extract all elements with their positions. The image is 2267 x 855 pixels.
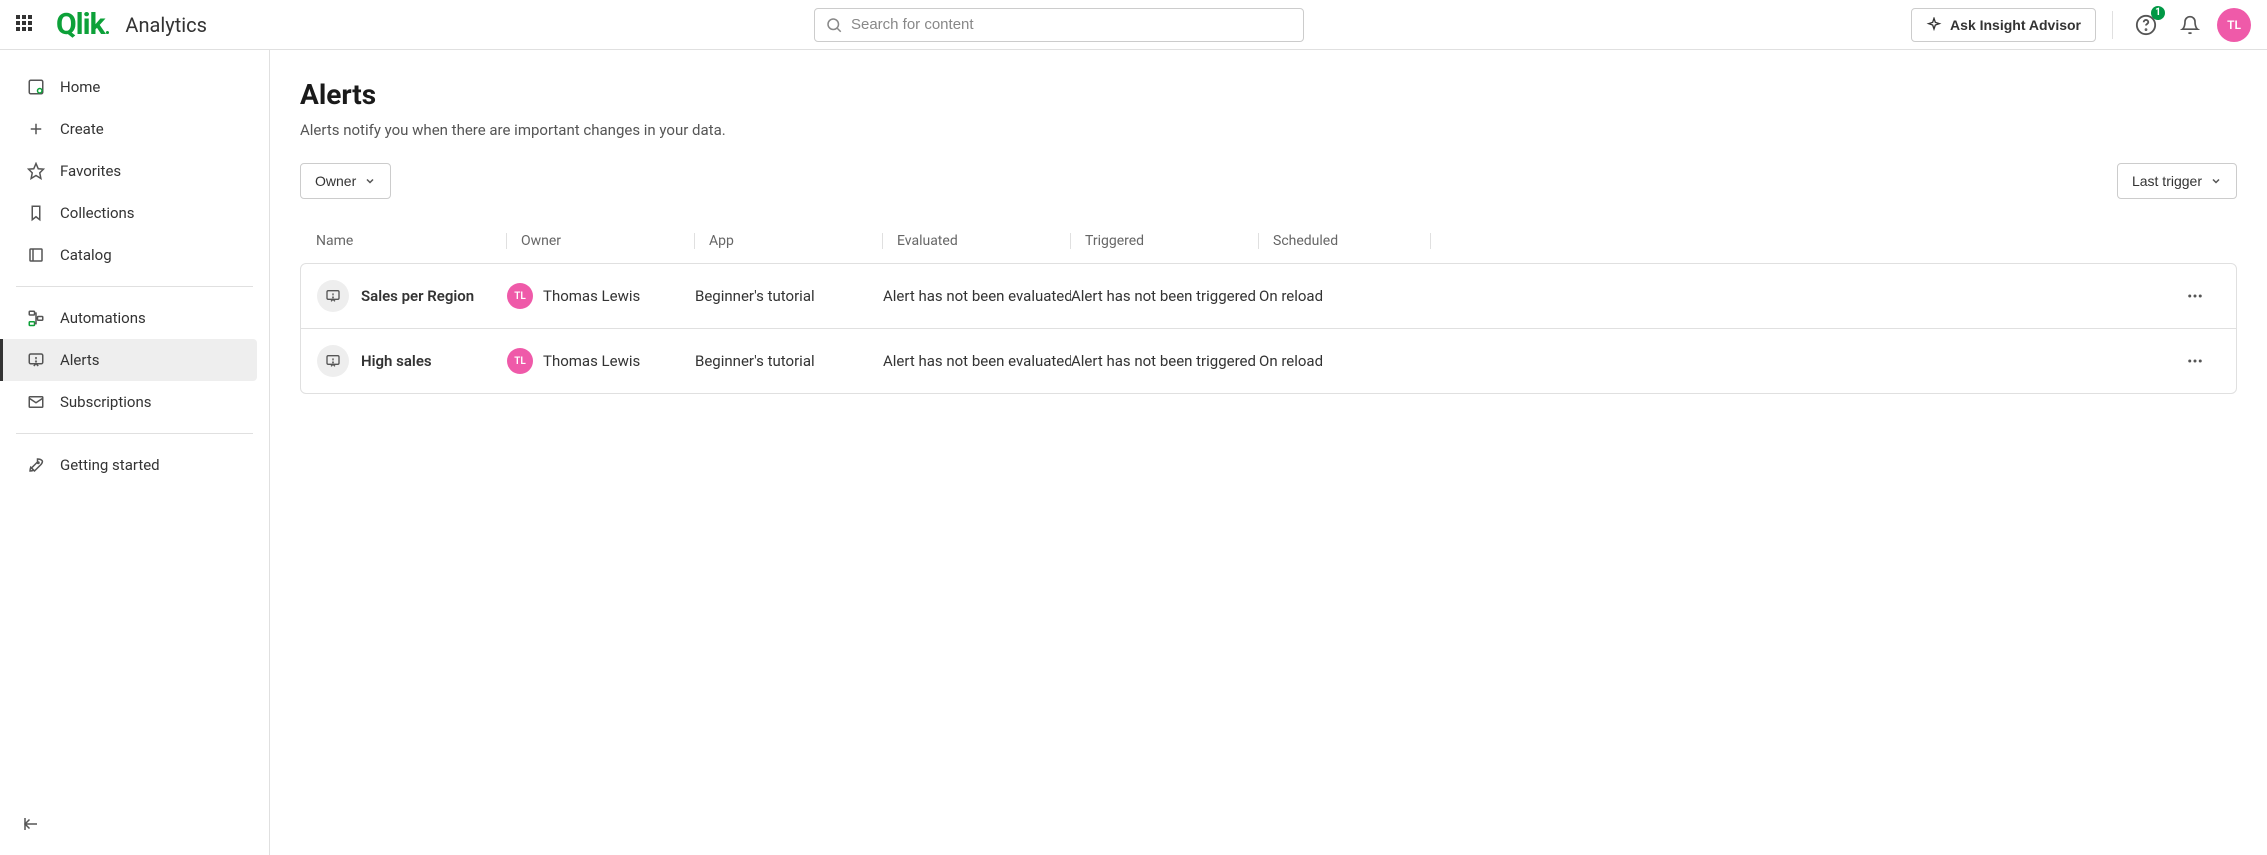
sidebar-item-label: Create: [60, 120, 104, 138]
sidebar-item-label: Home: [60, 78, 100, 96]
sidebar-item-label: Favorites: [60, 162, 121, 180]
main-content: Alerts Alerts notify you when there are …: [270, 50, 2267, 855]
insight-button-label: Ask Insight Advisor: [1950, 17, 2081, 33]
divider: [2112, 11, 2113, 39]
col-header-scheduled[interactable]: Scheduled: [1258, 233, 1430, 249]
user-avatar[interactable]: TL: [2217, 8, 2251, 42]
sidebar-item-collections[interactable]: Collections: [12, 192, 257, 234]
collapse-sidebar-button[interactable]: [16, 809, 46, 839]
alert-icon: [26, 350, 46, 370]
avatar-initials: TL: [2227, 18, 2241, 32]
help-badge-count: 1: [2151, 6, 2165, 20]
alert-name: Sales per Region: [361, 287, 474, 305]
divider: [16, 433, 253, 434]
star-icon: [26, 161, 46, 181]
filter-label: Owner: [315, 173, 356, 189]
row-more-button[interactable]: [2180, 346, 2210, 376]
table-row[interactable]: High sales TL Thomas Lewis Beginner's tu…: [301, 329, 2236, 393]
sidebar-item-label: Catalog: [60, 246, 112, 264]
owner-name: Thomas Lewis: [543, 287, 640, 305]
sidebar-item-home[interactable]: Home: [12, 66, 257, 108]
logo[interactable]: Qlik. Analytics: [56, 7, 207, 42]
app-launcher-icon[interactable]: [16, 15, 36, 35]
row-more-button[interactable]: [2180, 281, 2210, 311]
owner-avatar: TL: [507, 348, 533, 374]
sidebar-item-label: Alerts: [60, 351, 100, 369]
help-button[interactable]: 1: [2129, 8, 2163, 42]
app-name: Beginner's tutorial: [695, 352, 883, 370]
page-subtitle: Alerts notify you when there are importa…: [300, 121, 2237, 139]
chevron-down-icon: [364, 175, 376, 187]
bookmark-icon: [26, 203, 46, 223]
alerts-table: Sales per Region TL Thomas Lewis Beginne…: [300, 263, 2237, 394]
sidebar-item-automations[interactable]: Automations: [12, 297, 257, 339]
evaluated-text: Alert has not been evaluated: [883, 287, 1071, 305]
more-horizontal-icon: [2186, 287, 2204, 305]
sidebar-item-label: Subscriptions: [60, 393, 151, 411]
triggered-text: Alert has not been triggered: [1071, 352, 1259, 370]
sidebar-item-label: Collections: [60, 204, 135, 222]
notifications-button[interactable]: [2173, 8, 2207, 42]
sparkle-icon: [1926, 17, 1942, 33]
scheduled-text: On reload: [1259, 352, 1431, 370]
sidebar-item-catalog[interactable]: Catalog: [12, 234, 257, 276]
col-header-owner[interactable]: Owner: [506, 233, 694, 249]
col-header-triggered[interactable]: Triggered: [1070, 233, 1258, 249]
page-title: Alerts: [300, 78, 2237, 111]
sidebar-item-subscriptions[interactable]: Subscriptions: [12, 381, 257, 423]
sidebar-item-alerts[interactable]: Alerts: [0, 339, 257, 381]
triggered-text: Alert has not been triggered: [1071, 287, 1259, 305]
sidebar-item-favorites[interactable]: Favorites: [12, 150, 257, 192]
automation-icon: [26, 308, 46, 328]
col-header-name[interactable]: Name: [316, 233, 506, 249]
plus-icon: [26, 119, 46, 139]
app-name: Beginner's tutorial: [695, 287, 883, 305]
area-label: Analytics: [125, 13, 207, 37]
home-icon: [26, 77, 46, 97]
more-horizontal-icon: [2186, 352, 2204, 370]
catalog-icon: [26, 245, 46, 265]
sort-label: Last trigger: [2132, 173, 2202, 189]
collapse-icon: [22, 815, 40, 833]
divider: [16, 286, 253, 287]
owner-name: Thomas Lewis: [543, 352, 640, 370]
sidebar-item-getting-started[interactable]: Getting started: [12, 444, 257, 486]
evaluated-text: Alert has not been evaluated: [883, 352, 1071, 370]
scheduled-text: On reload: [1259, 287, 1431, 305]
sidebar-item-create[interactable]: Create: [12, 108, 257, 150]
chevron-down-icon: [2210, 175, 2222, 187]
alert-name: High sales: [361, 352, 432, 370]
owner-avatar: TL: [507, 283, 533, 309]
sort-button[interactable]: Last trigger: [2117, 163, 2237, 199]
global-search[interactable]: [814, 8, 1304, 42]
brand-logo-text: Qlik.: [56, 7, 109, 42]
table-row[interactable]: Sales per Region TL Thomas Lewis Beginne…: [301, 264, 2236, 329]
sidebar-item-label: Automations: [60, 309, 146, 327]
sidebar: Home Create Favorites Collections Catalo…: [0, 50, 270, 855]
alert-row-icon: [317, 345, 349, 377]
bell-icon: [2180, 15, 2200, 35]
search-icon: [825, 16, 843, 34]
ask-insight-advisor-button[interactable]: Ask Insight Advisor: [1911, 8, 2096, 42]
owner-filter-button[interactable]: Owner: [300, 163, 391, 199]
col-header-evaluated[interactable]: Evaluated: [882, 233, 1070, 249]
search-input[interactable]: [851, 16, 1293, 33]
col-header-app[interactable]: App: [694, 233, 882, 249]
table-header: Name Owner App Evaluated Triggered Sched…: [300, 219, 2237, 263]
rocket-icon: [26, 455, 46, 475]
mail-icon: [26, 392, 46, 412]
alert-row-icon: [317, 280, 349, 312]
sidebar-item-label: Getting started: [60, 456, 160, 474]
